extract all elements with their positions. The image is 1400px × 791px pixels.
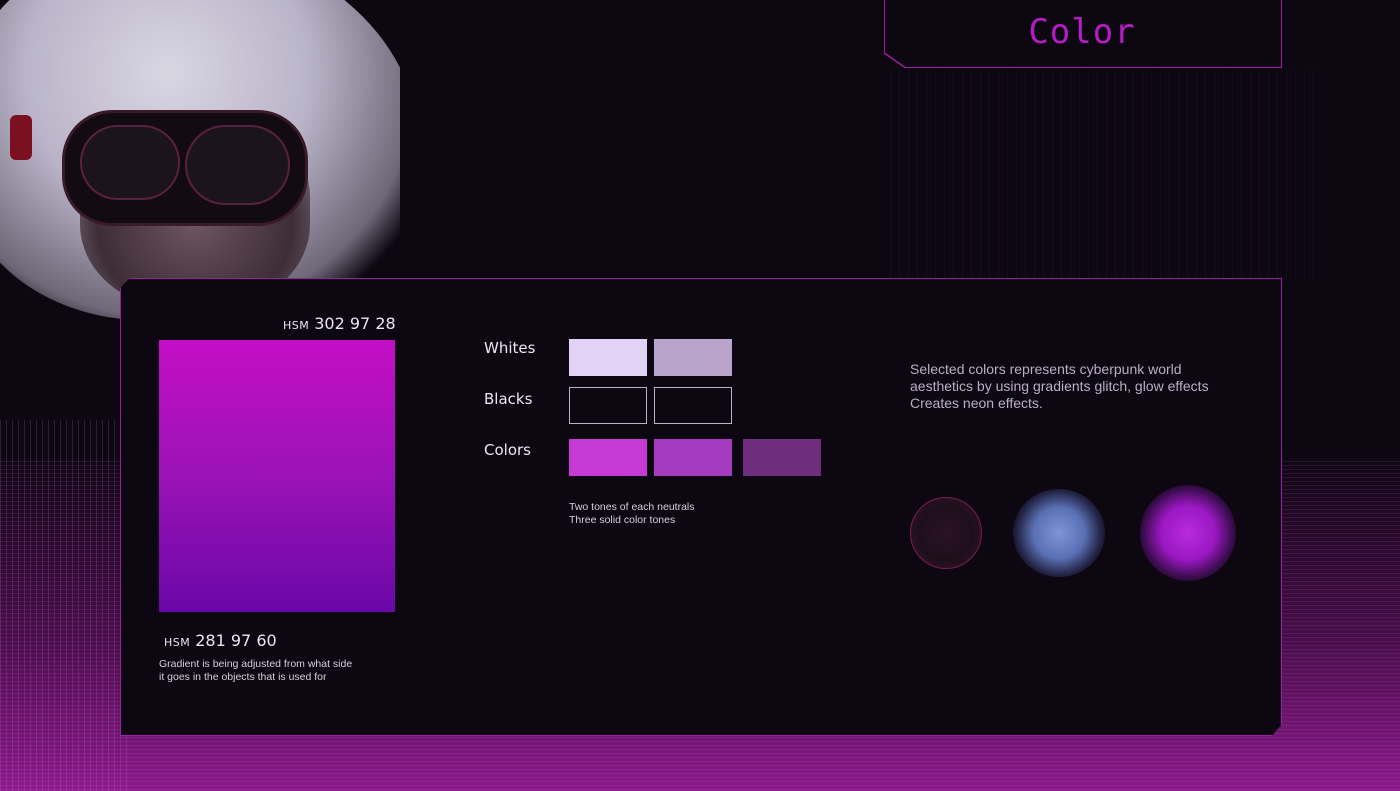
portrait-earpiece (10, 115, 32, 160)
white-swatch-1 (569, 339, 647, 376)
black-swatch-1 (569, 387, 647, 424)
color-swatch-3 (743, 439, 821, 476)
portrait-goggle-lens (185, 125, 290, 205)
purple-glow-sample (1140, 485, 1236, 581)
dark-circle-sample (910, 497, 982, 569)
hsm-tag: HSM (164, 636, 191, 649)
palette-note-line: Three solid color tones (569, 513, 676, 526)
blacks-label: Blacks (484, 390, 533, 408)
background-circuit-lines (890, 70, 1320, 280)
whites-label: Whites (484, 339, 536, 357)
hsm-value: 281 97 60 (195, 631, 277, 650)
hsm-tag: HSM (283, 319, 310, 332)
color-description: Selected colors represents cyberpunk wor… (910, 361, 1209, 411)
colors-label: Colors (484, 441, 531, 459)
gradient-note: Gradient is being adjusted from what sid… (159, 658, 353, 683)
gradient-top-hsm: HSM 302 97 28 (283, 314, 396, 333)
portrait-goggle-lens (80, 125, 180, 200)
color-swatch-1 (569, 439, 647, 476)
color-swatch-2 (654, 439, 732, 476)
white-swatch-2 (654, 339, 732, 376)
background-glitch-lines (0, 420, 130, 791)
black-swatch-2 (654, 387, 732, 424)
palette-note: Two tones of each neutrals Three solid c… (569, 501, 789, 526)
page-title: Color (1028, 12, 1136, 52)
hsm-value: 302 97 28 (314, 314, 396, 333)
gradient-swatch (159, 340, 395, 612)
title-panel-corner (884, 53, 906, 68)
palette-note-line: Two tones of each neutrals (569, 501, 695, 513)
blue-glow-sample (1013, 489, 1105, 577)
gradient-bottom-hsm: HSM 281 97 60 (164, 631, 277, 650)
